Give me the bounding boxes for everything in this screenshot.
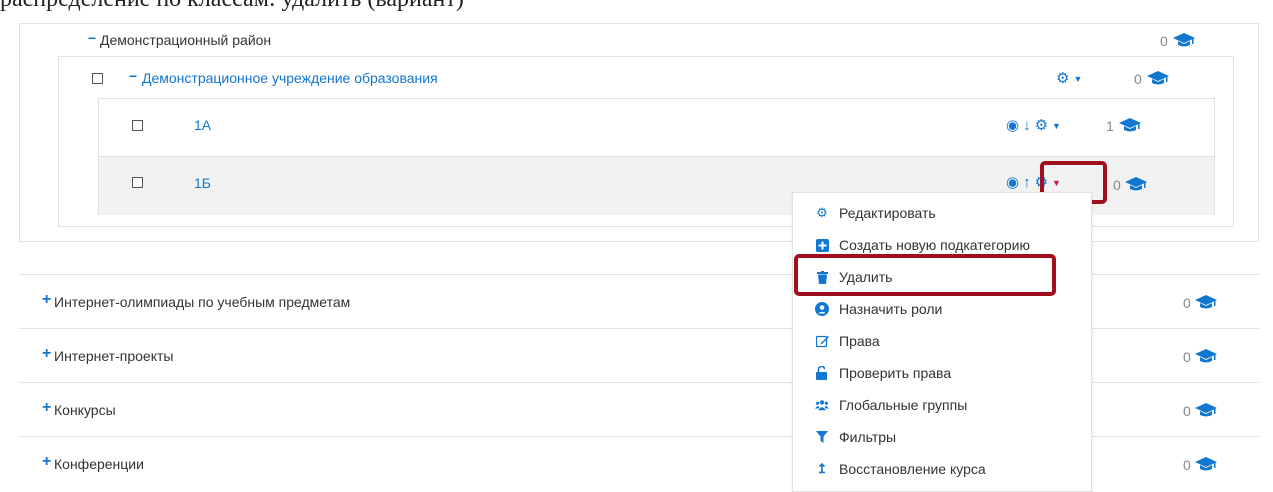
- chevron-down-icon[interactable]: ▼: [1052, 121, 1061, 131]
- class-1b-count: 0: [1113, 177, 1121, 193]
- class-1a-label[interactable]: 1А: [194, 117, 211, 133]
- menu-item-edit[interactable]: ⚙ Редактировать: [793, 197, 1093, 229]
- category-toggle[interactable]: +: [42, 399, 51, 417]
- gear-icon: ⚙: [816, 205, 828, 220]
- menu-item-global-groups[interactable]: Глобальные группы: [793, 389, 1093, 421]
- menu-item-label: Фильтры: [839, 429, 897, 445]
- gear-icon[interactable]: ⚙: [1035, 118, 1048, 134]
- level-up-icon: ↥: [816, 461, 828, 476]
- menu-item-label: Создать новую подкатегорию: [839, 237, 1031, 253]
- graduation-cap-icon: [1173, 33, 1195, 47]
- menu-item-label: Глобальные группы: [839, 397, 968, 413]
- class-1a-checkbox[interactable]: [132, 120, 143, 131]
- institution-count: 0: [1134, 71, 1142, 87]
- menu-item-label: Проверить права: [839, 365, 952, 381]
- menu-item-assign-roles[interactable]: Назначить роли: [793, 293, 1093, 325]
- category-label[interactable]: Интернет-олимпиады по учебным предметам: [54, 294, 350, 310]
- class-1b-checkbox[interactable]: [132, 177, 143, 188]
- filter-icon: [815, 431, 829, 443]
- graduation-cap-icon: [1195, 403, 1217, 417]
- district-toggle[interactable]: −: [88, 30, 96, 46]
- institution-toggle[interactable]: −: [129, 68, 137, 84]
- menu-item-label: Права: [839, 333, 880, 349]
- arrow-up-icon[interactable]: ↑: [1023, 175, 1031, 191]
- plus-square-icon: [815, 238, 829, 252]
- menu-item-course-restore[interactable]: ↥ Восстановление курса: [793, 453, 1093, 485]
- category-label[interactable]: Конкурсы: [54, 402, 116, 418]
- graduation-cap-icon: [1125, 177, 1147, 191]
- menu-item-label: Восстановление курса: [839, 461, 986, 477]
- menu-item-label: Назначить роли: [839, 301, 943, 317]
- institution-label[interactable]: Демонстрационное учреждение образования: [142, 70, 438, 86]
- institution-actions: ⚙ ▼: [1056, 71, 1082, 87]
- arrow-down-icon[interactable]: ↓: [1023, 118, 1031, 134]
- eye-icon[interactable]: ◉: [1006, 118, 1019, 134]
- category-count: 0: [1183, 457, 1191, 473]
- menu-item-label: Редактировать: [839, 205, 936, 221]
- unlock-icon: [815, 366, 829, 380]
- class-1a-actions: ◉ ↓ ⚙ ▼: [1006, 118, 1061, 134]
- partial-heading-text: распределение по классам: удалить (вариа…: [0, 0, 1273, 12]
- category-toggle[interactable]: +: [42, 453, 51, 471]
- delete-item-highlight: [794, 254, 1056, 296]
- category-toggle[interactable]: +: [42, 291, 51, 309]
- chevron-down-icon[interactable]: ▼: [1073, 74, 1082, 84]
- gear-icon[interactable]: ⚙: [1056, 71, 1069, 87]
- category-toggle[interactable]: +: [42, 345, 51, 363]
- menu-item-filters[interactable]: Фильтры: [793, 421, 1093, 453]
- category-count: 0: [1183, 349, 1191, 365]
- eye-icon[interactable]: ◉: [1006, 175, 1019, 191]
- class-1a-count: 1: [1106, 118, 1114, 134]
- class-1b-label[interactable]: 1Б: [194, 175, 211, 191]
- category-label[interactable]: Конференции: [54, 456, 144, 472]
- users-icon: [815, 399, 829, 411]
- graduation-cap-icon: [1119, 118, 1141, 132]
- category-count: 0: [1183, 295, 1191, 311]
- category-label[interactable]: Интернет-проекты: [54, 348, 173, 364]
- graduation-cap-icon: [1195, 295, 1217, 309]
- institution-checkbox[interactable]: [92, 73, 103, 84]
- graduation-cap-icon: [1195, 457, 1217, 471]
- graduation-cap-icon: [1147, 71, 1169, 85]
- menu-item-check-permissions[interactable]: Проверить права: [793, 357, 1093, 389]
- gear-dropdown-menu: ⚙ Редактировать Создать новую подкатегор…: [792, 192, 1092, 492]
- graduation-cap-icon: [1195, 349, 1217, 363]
- district-count: 0: [1160, 33, 1168, 49]
- user-circle-icon: [815, 302, 829, 316]
- district-label[interactable]: Демонстрационный район: [100, 32, 271, 48]
- edit-icon: [815, 335, 829, 348]
- category-count: 0: [1183, 403, 1191, 419]
- menu-item-permissions[interactable]: Права: [793, 325, 1093, 357]
